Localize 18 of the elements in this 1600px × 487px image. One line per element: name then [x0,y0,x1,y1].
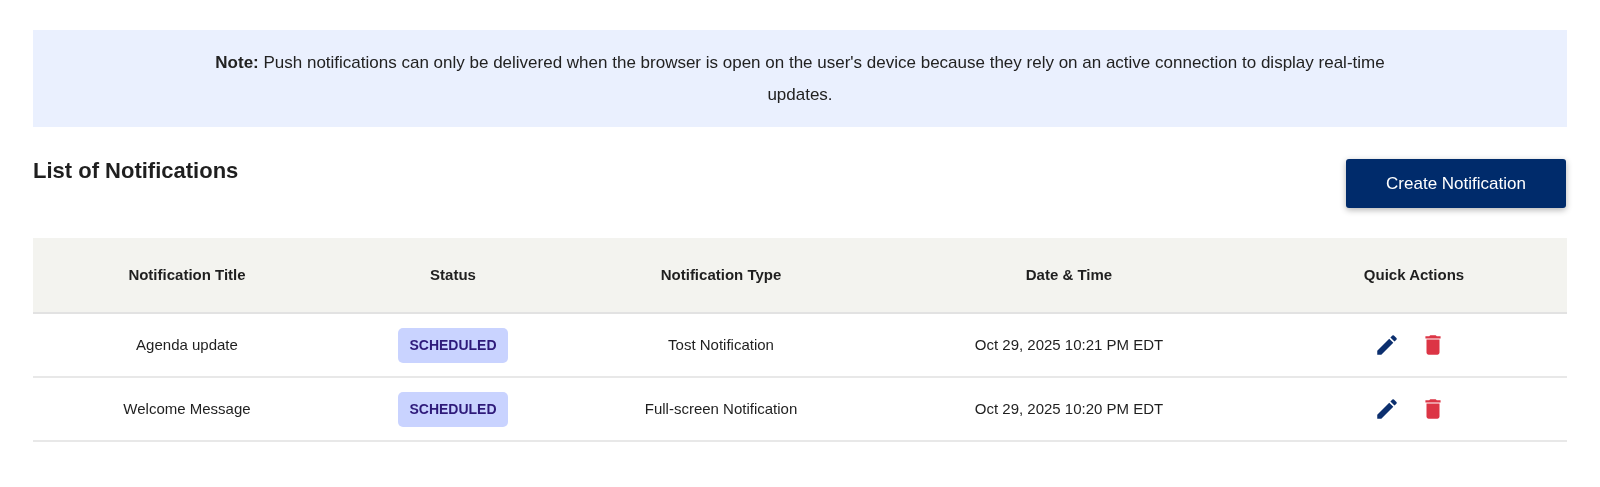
table-cell-text: Oct 29, 2025 10:21 PM EDT [974,334,1164,355]
column-header: Notification Title [128,264,246,285]
column-header: Notification Type [660,264,782,285]
status-badge: SCHEDULED [398,391,508,427]
edit-icon[interactable] [1374,332,1400,358]
column-header: Status [430,264,476,285]
table-cell-text: Full-screen Notification [644,398,798,419]
create-notification-button[interactable]: Create Notification [1346,159,1566,208]
status-badge: SCHEDULED [398,327,508,363]
section-heading: List of Notifications [33,157,239,185]
column-header: Date & Time [1025,264,1113,285]
table-cell-text: Welcome Message [123,398,251,419]
note-text: Note: Push notifications can only be delivered when the browser is open on the user's device because they rely on an active connection to display real-time updates. [214,51,1386,106]
table-cell-text: Tost Notification [668,334,774,355]
column-header: Quick Actions [1363,264,1465,285]
table-cell-text: Oct 29, 2025 10:20 PM EDT [974,398,1164,419]
table-cell-text: Agenda update [136,334,238,355]
edit-icon[interactable] [1374,396,1400,422]
